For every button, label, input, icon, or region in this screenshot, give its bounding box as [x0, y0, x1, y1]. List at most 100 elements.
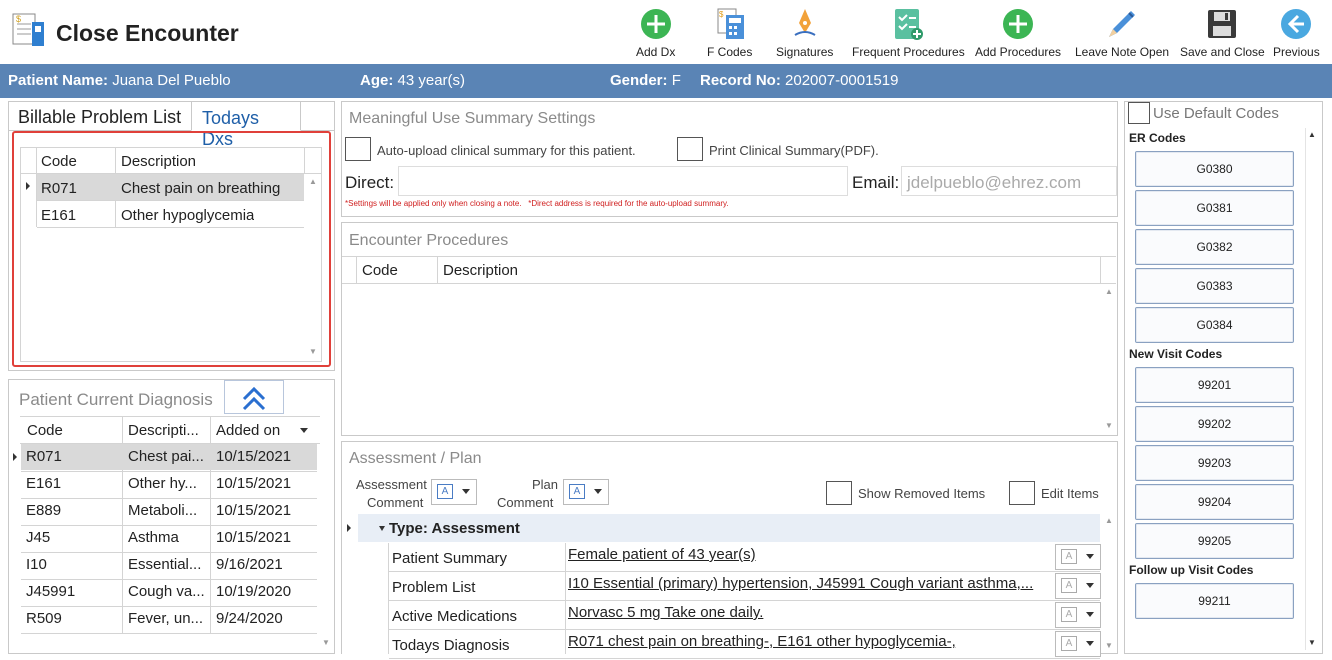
row-divider: [389, 629, 1100, 630]
dx-code: J45: [26, 529, 51, 546]
chevron-down-icon: [1086, 612, 1094, 617]
visit-code-button[interactable]: G0381: [1135, 190, 1294, 226]
encounter-procedures-panel: [341, 222, 1118, 436]
text-format-icon: A: [437, 484, 453, 499]
save-and-close-label: Save and Close: [1180, 45, 1265, 59]
auto-upload-checkbox[interactable]: [345, 137, 371, 161]
use-default-codes-label: Use Default Codes: [1153, 105, 1279, 122]
plan-comment-label-1: Plan: [532, 477, 559, 492]
text-format-icon: A: [1061, 607, 1077, 622]
email-input[interactable]: jdelpueblo@ehrez.com: [901, 166, 1117, 196]
auto-upload-label: Auto-upload clinical summary for this pa…: [377, 143, 636, 158]
save-and-close-button[interactable]: Save and Close: [1180, 6, 1265, 59]
show-removed-label: Show Removed Items: [858, 486, 986, 501]
row-comment-dropdown[interactable]: A: [1055, 602, 1101, 628]
frequent-procedures-label: Frequent Procedures: [852, 45, 965, 59]
leave-note-open-button[interactable]: Leave Note Open: [1075, 6, 1169, 59]
dx-code: J45991: [26, 583, 76, 600]
dx-code: E889: [26, 502, 62, 519]
pen-nib-icon: [788, 6, 822, 42]
assessment-row-label: Patient Summary: [392, 550, 508, 567]
row-comment-dropdown[interactable]: A: [1055, 544, 1101, 570]
visit-code-button[interactable]: G0383: [1135, 268, 1294, 304]
signatures-button[interactable]: Signatures: [776, 6, 833, 59]
scroll-down-icon[interactable]: ▼: [306, 346, 320, 358]
scroll-down-icon[interactable]: ▼: [1102, 420, 1116, 432]
add-procedures-label: Add Procedures: [975, 45, 1062, 59]
assessment-row-value[interactable]: Norvasc 5 mg Take one daily.: [568, 604, 1052, 621]
grid-col-divider: [304, 147, 305, 173]
dx-added-on: 10/19/2020: [216, 583, 292, 600]
column-header-code[interactable]: Code: [362, 262, 398, 279]
leave-note-open-label: Leave Note Open: [1075, 45, 1170, 59]
calculator-icon: $: [713, 6, 747, 42]
add-dx-button[interactable]: Add Dx: [636, 6, 675, 59]
print-summary-label: Print Clinical Summary(PDF).: [709, 143, 879, 158]
dx-code: R071: [41, 180, 77, 197]
row-comment-dropdown[interactable]: A: [1055, 631, 1101, 657]
assessment-row-value[interactable]: Female patient of 43 year(s): [568, 546, 1052, 563]
tab-todays-dxs[interactable]: Todays Dxs: [191, 101, 301, 149]
print-summary-checkbox[interactable]: [677, 137, 703, 161]
show-removed-checkbox[interactable]: [826, 481, 852, 505]
svg-text:$: $: [719, 10, 724, 19]
direct-input[interactable]: [398, 166, 848, 196]
visit-code-button[interactable]: 99202: [1135, 406, 1294, 442]
gender-label: Gender:: [610, 72, 668, 89]
tab-billable-problem-list[interactable]: Billable Problem List: [8, 101, 191, 131]
assessment-row-label: Active Medications: [392, 608, 518, 625]
visit-code-button[interactable]: 99204: [1135, 484, 1294, 520]
patient-name-value: Juana Del Pueblo: [112, 72, 231, 89]
visit-code-button[interactable]: 99211: [1135, 583, 1294, 619]
assessment-row-value[interactable]: R071 chest pain on breathing-, E161 othe…: [568, 633, 1052, 650]
edit-items-checkbox[interactable]: [1009, 481, 1035, 505]
scroll-up-icon[interactable]: ▲: [1102, 515, 1116, 527]
grid-col-divider: [565, 543, 566, 654]
add-procedures-button[interactable]: Add Procedures: [975, 6, 1061, 59]
page-title: Close Encounter: [56, 20, 239, 46]
sort-dropdown-icon[interactable]: [300, 428, 308, 433]
grid-top: [342, 256, 1116, 257]
column-header-description[interactable]: Description: [443, 262, 518, 279]
row-comment-dropdown[interactable]: A: [1055, 573, 1101, 599]
row-divider: [21, 579, 317, 580]
scroll-down-icon[interactable]: ▼: [1102, 640, 1116, 652]
column-header-code[interactable]: Code: [41, 153, 77, 170]
visit-code-button[interactable]: G0384: [1135, 307, 1294, 343]
use-default-codes-checkbox[interactable]: [1128, 102, 1150, 124]
dx-description: Chest pain on breathing: [121, 180, 281, 197]
f-codes-button[interactable]: $ F Codes: [707, 6, 752, 59]
visit-code-button[interactable]: 99201: [1135, 367, 1294, 403]
column-header-code[interactable]: Code: [27, 422, 63, 439]
record-value: 202007-0001519: [785, 72, 899, 89]
visit-code-button[interactable]: 99203: [1135, 445, 1294, 481]
scroll-down-icon[interactable]: ▼: [319, 637, 333, 649]
visit-code-button[interactable]: G0380: [1135, 151, 1294, 187]
grid-col-divider: [1100, 256, 1101, 283]
row-divider: [37, 227, 304, 228]
codes-scrollbar[interactable]: [1305, 128, 1319, 650]
checklist-icon: [891, 6, 925, 42]
assessment-row-label: Problem List: [392, 579, 476, 596]
column-header-description[interactable]: Description: [121, 153, 196, 170]
visit-code-button[interactable]: 99205: [1135, 523, 1294, 559]
collapse-button[interactable]: [224, 380, 284, 414]
assessment-comment-dropdown[interactable]: A: [431, 479, 477, 505]
plan-comment-dropdown[interactable]: A: [563, 479, 609, 505]
scroll-down-icon[interactable]: ▼: [1305, 637, 1319, 649]
previous-button[interactable]: Previous: [1273, 6, 1320, 59]
scroll-up-icon[interactable]: ▲: [306, 176, 320, 188]
chevron-down-icon: [462, 489, 470, 494]
assessment-row-value[interactable]: I10 Essential (primary) hypertension, J4…: [568, 575, 1052, 592]
frequent-procedures-button[interactable]: Frequent Procedures: [852, 6, 965, 59]
expand-triangle-icon[interactable]: [379, 526, 385, 531]
gender-value: F: [671, 72, 681, 89]
scroll-up-icon[interactable]: ▲: [1102, 286, 1116, 298]
column-header-description[interactable]: Descripti...: [128, 422, 199, 439]
f-codes-label: F Codes: [707, 45, 753, 59]
column-header-added-on[interactable]: Added on: [216, 422, 280, 439]
scroll-up-icon[interactable]: ▲: [1305, 129, 1319, 141]
visit-code-button[interactable]: G0382: [1135, 229, 1294, 265]
row-divider: [389, 571, 1100, 572]
row-divider: [21, 471, 317, 472]
